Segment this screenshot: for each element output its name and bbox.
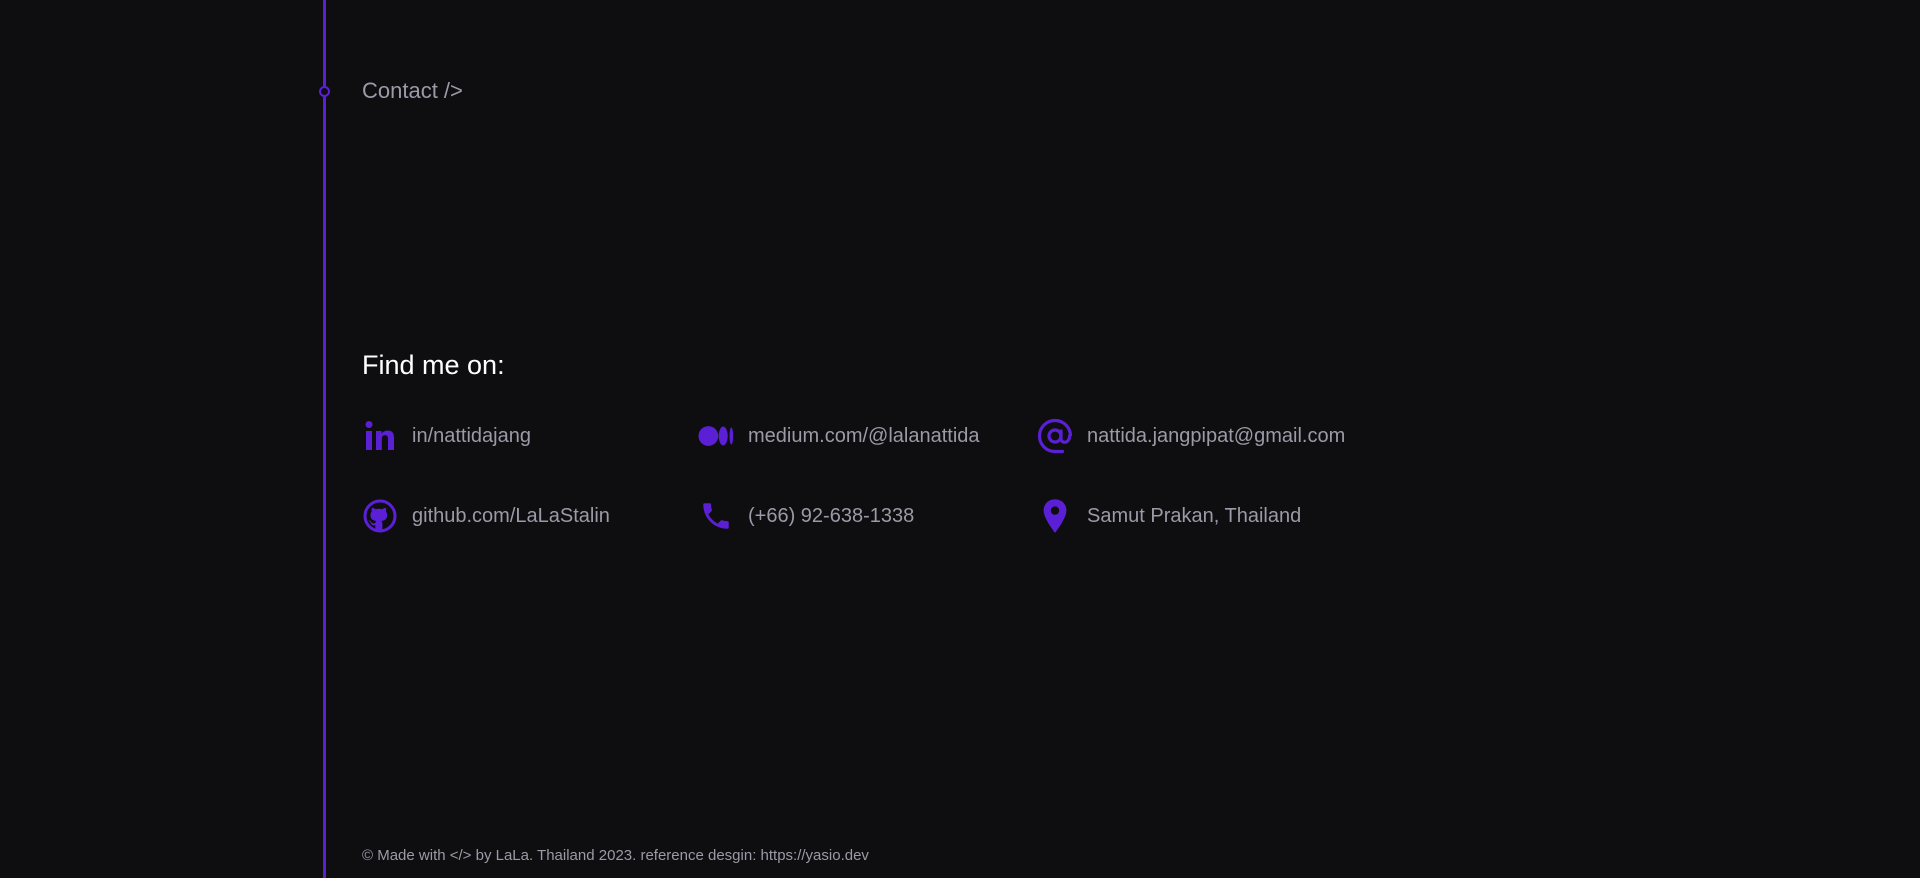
at-sign-icon: [1037, 418, 1073, 454]
contact-item-medium[interactable]: medium.com/@lalanattida: [698, 416, 980, 456]
page: Contact /> Find me on: in/nattidajang me…: [0, 0, 1920, 878]
find-me-heading: Find me on:: [362, 350, 505, 380]
contact-label: Samut Prakan, Thailand: [1087, 504, 1302, 527]
medium-icon: [698, 418, 734, 454]
contact-item-location[interactable]: Samut Prakan, Thailand: [1037, 496, 1301, 536]
contact-label: nattida.jangpipat@gmail.com: [1087, 424, 1346, 447]
contact-item-github[interactable]: github.com/LaLaStalin: [362, 496, 610, 536]
phone-icon: [698, 498, 734, 534]
contact-item-email[interactable]: nattida.jangpipat@gmail.com: [1037, 416, 1345, 456]
contact-item-phone[interactable]: (+66) 92-638-1338: [698, 496, 914, 536]
linkedin-icon: [362, 418, 398, 454]
contact-label: in/nattidajang: [412, 424, 531, 447]
footer-credit: © Made with </> by LaLa. Thailand 2023. …: [362, 847, 869, 864]
contact-label: medium.com/@lalanattida: [748, 424, 980, 447]
location-pin-icon: [1037, 498, 1073, 534]
contact-label: github.com/LaLaStalin: [412, 504, 610, 527]
timeline-line: [323, 0, 326, 878]
timeline-dot: [319, 86, 330, 97]
contact-item-linkedin[interactable]: in/nattidajang: [362, 416, 531, 456]
contact-label: (+66) 92-638-1338: [748, 504, 915, 527]
github-icon: [362, 498, 398, 534]
section-title: Contact />: [362, 78, 463, 103]
